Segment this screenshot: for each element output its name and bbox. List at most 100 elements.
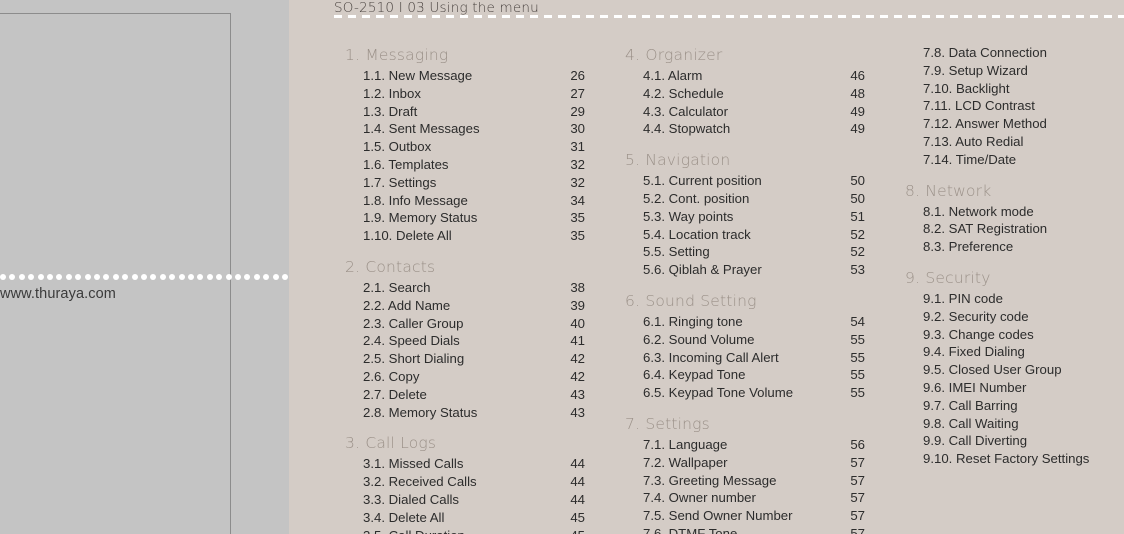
toc-entry[interactable]: 1.6. Templates 32 [345,156,585,174]
toc-entry[interactable]: 7.5. Send Owner Number 57 [625,507,865,525]
toc-entry[interactable]: 3.1. Missed Calls 44 [345,455,585,473]
toc-entry-label: 7.13. Auto Redial [923,133,1024,149]
toc-entry[interactable]: 1.2. Inbox 27 [345,85,585,103]
content-area: SO-2510 I 03 Using the menu 1. Messaging… [289,0,1124,534]
toc-entry-label: 2.2. Add Name [363,297,451,313]
toc-entry-page: 55 [850,349,865,365]
toc-entry[interactable]: 5.2. Cont. position 50 [625,190,865,208]
toc-entry[interactable]: 7.11. LCD Contrast61 [905,97,1124,115]
toc-entry[interactable]: 7.6. DTMF Tone 57 [625,525,865,534]
toc-entry[interactable]: 7.14. Time/Date62 [905,151,1124,169]
divider-dot [65,274,72,280]
toc-entry[interactable]: 5.1. Current position 50 [625,172,865,190]
toc-entry[interactable]: 4.4. Stopwatch 49 [625,120,865,138]
toc-entry[interactable]: 9.1. PIN code65 [905,290,1124,308]
toc-entry-page: 31 [570,139,585,155]
toc-entry-label: 1.7. Settings [363,174,437,190]
toc-entry[interactable]: 3.3. Dialed Calls 44 [345,491,585,509]
toc-entry-label: 9.10. Reset Factory Settings [923,451,1090,467]
toc-entry[interactable]: 7.4. Owner number 57 [625,489,865,507]
toc-entry[interactable]: 9.6. IMEI Number69 [905,379,1124,397]
toc-entry[interactable]: 9.8. Call Waiting71 [905,415,1124,433]
toc-entry[interactable]: 5.4. Location track 52 [625,226,865,244]
toc-entry[interactable]: 1.7. Settings 32 [345,174,585,192]
divider-dot [84,274,91,280]
toc-entry[interactable]: 3.5. Call Duration 45 [345,527,585,534]
divider-dot [188,274,194,280]
toc-entry-page: 35 [570,228,585,244]
toc-entry[interactable]: 3.4. Delete All 45 [345,509,585,527]
toc-entry[interactable]: 3.2. Received Calls 44 [345,473,585,491]
toc-entry[interactable]: 1.4. Sent Messages 30 [345,120,585,138]
toc-entry[interactable]: 1.10. Delete All 35 [345,227,585,245]
toc-entry-page: 57 [850,472,865,488]
toc-entry[interactable]: 2.2. Add Name 39 [345,297,585,315]
toc-entry[interactable]: 6.5. Keypad Tone Volume 55 [625,384,865,402]
toc-entry-page: 56 [850,436,865,452]
toc-entry-label: 2.1. Search [363,279,431,295]
toc-entry-page: 27 [570,85,585,101]
toc-entry-page: 29 [570,103,585,119]
divider-dot [169,274,176,280]
toc-entry[interactable]: 2.6. Copy 42 [345,368,585,386]
toc-entry[interactable]: 2.5. Short Dialing 42 [345,350,585,368]
toc-entry-page: 42 [570,368,585,384]
toc-entry[interactable]: 4.3. Calculator 49 [625,103,865,121]
toc-entry-label: 9.2. Security code [923,308,1029,324]
toc-entry[interactable]: 8.2. SAT Registration64 [905,220,1124,238]
toc-entry[interactable]: 7.2. Wallpaper 57 [625,454,865,472]
toc-entry[interactable]: 5.6. Qiblah & Prayer 53 [625,261,865,279]
toc-entry-page: 44 [570,456,585,472]
toc-entry[interactable]: 2.8. Memory Status 43 [345,404,585,422]
toc-entry[interactable]: 6.3. Incoming Call Alert 55 [625,349,865,367]
toc-entry-label: 7.12. Answer Method [923,116,1047,132]
toc-entry[interactable]: 2.3. Caller Group 40 [345,315,585,333]
toc-entry[interactable]: 7.1. Language 56 [625,436,865,454]
toc-entry[interactable]: 9.4. Fixed Dialing67 [905,343,1124,361]
toc-entry-page: 55 [850,367,865,383]
toc-entry[interactable]: 7.13. Auto Redial62 [905,133,1124,151]
toc-entry-label: 3.1. Missed Calls [363,456,464,472]
toc-entry[interactable]: 6.1. Ringing tone 54 [625,313,865,331]
toc-entry-label: 4.2. Schedule [643,85,724,101]
toc-entry[interactable]: 9.2. Security code65 [905,308,1124,326]
toc-entry[interactable]: 1.9. Memory Status 35 [345,209,585,227]
toc-entry[interactable]: 8.1. Network mode64 [905,203,1124,221]
divider-dot [94,274,100,280]
toc-entry-label: 3.3. Dialed Calls [363,491,460,507]
toc-entry[interactable]: 9.10. Reset Factory Settings74 [905,450,1124,468]
toc-entry[interactable]: 5.3. Way points 51 [625,208,865,226]
toc-entry[interactable]: 2.7. Delete 43 [345,386,585,404]
toc-entry[interactable]: 7.9. Setup Wizard59 [905,62,1124,80]
toc-entry[interactable]: 1.1. New Message 26 [345,67,585,85]
toc-entry[interactable]: 7.12. Answer Method61 [905,115,1124,133]
toc-entry[interactable]: 9.9. Call Diverting72 [905,432,1124,450]
divider-dot [216,274,223,280]
toc-entry-label: 6.4. Keypad Tone [643,367,746,383]
toc-entry-label: 2.8. Memory Status [363,404,478,420]
toc-entry[interactable]: 9.7. Call Barring70 [905,397,1124,415]
toc-entry[interactable]: 2.1. Search 38 [345,279,585,297]
divider-dot [112,274,119,280]
toc-entry[interactable]: 9.3. Change codes66 [905,326,1124,344]
toc-entry[interactable]: 7.8. Data Connection59 [905,44,1124,62]
toc-entry[interactable]: 2.4. Speed Dials 41 [345,332,585,350]
manual-toc-page: www.thuraya.com SO-2510 I 03 Using the m… [0,0,1124,534]
toc-entry-page: 50 [850,190,865,206]
toc-entry[interactable]: 6.4. Keypad Tone 55 [625,366,865,384]
toc-entry[interactable]: 8.3. Preference64 [905,238,1124,256]
toc-entry[interactable]: 1.8. Info Message 34 [345,192,585,210]
toc-entry[interactable]: 1.3. Draft 29 [345,103,585,121]
toc-entry[interactable]: 5.5. Setting 52 [625,243,865,261]
toc-entry[interactable]: 6.2. Sound Volume 55 [625,331,865,349]
toc-entry-label: 8.1. Network mode [923,203,1034,219]
toc-entry[interactable]: 1.5. Outbox 31 [345,138,585,156]
toc-entry[interactable]: 7.10. Backlight61 [905,80,1124,98]
toc-section-heading: 4. Organizer [625,46,723,64]
toc-entry[interactable]: 9.5. Closed User Group69 [905,361,1124,379]
toc-entry[interactable]: 4.1. Alarm 46 [625,67,865,85]
toc-entry-page: 48 [850,85,865,101]
toc-entry[interactable]: 4.2. Schedule 48 [625,85,865,103]
toc-entry[interactable]: 7.3. Greeting Message 57 [625,472,865,490]
divider-dot [150,274,157,280]
